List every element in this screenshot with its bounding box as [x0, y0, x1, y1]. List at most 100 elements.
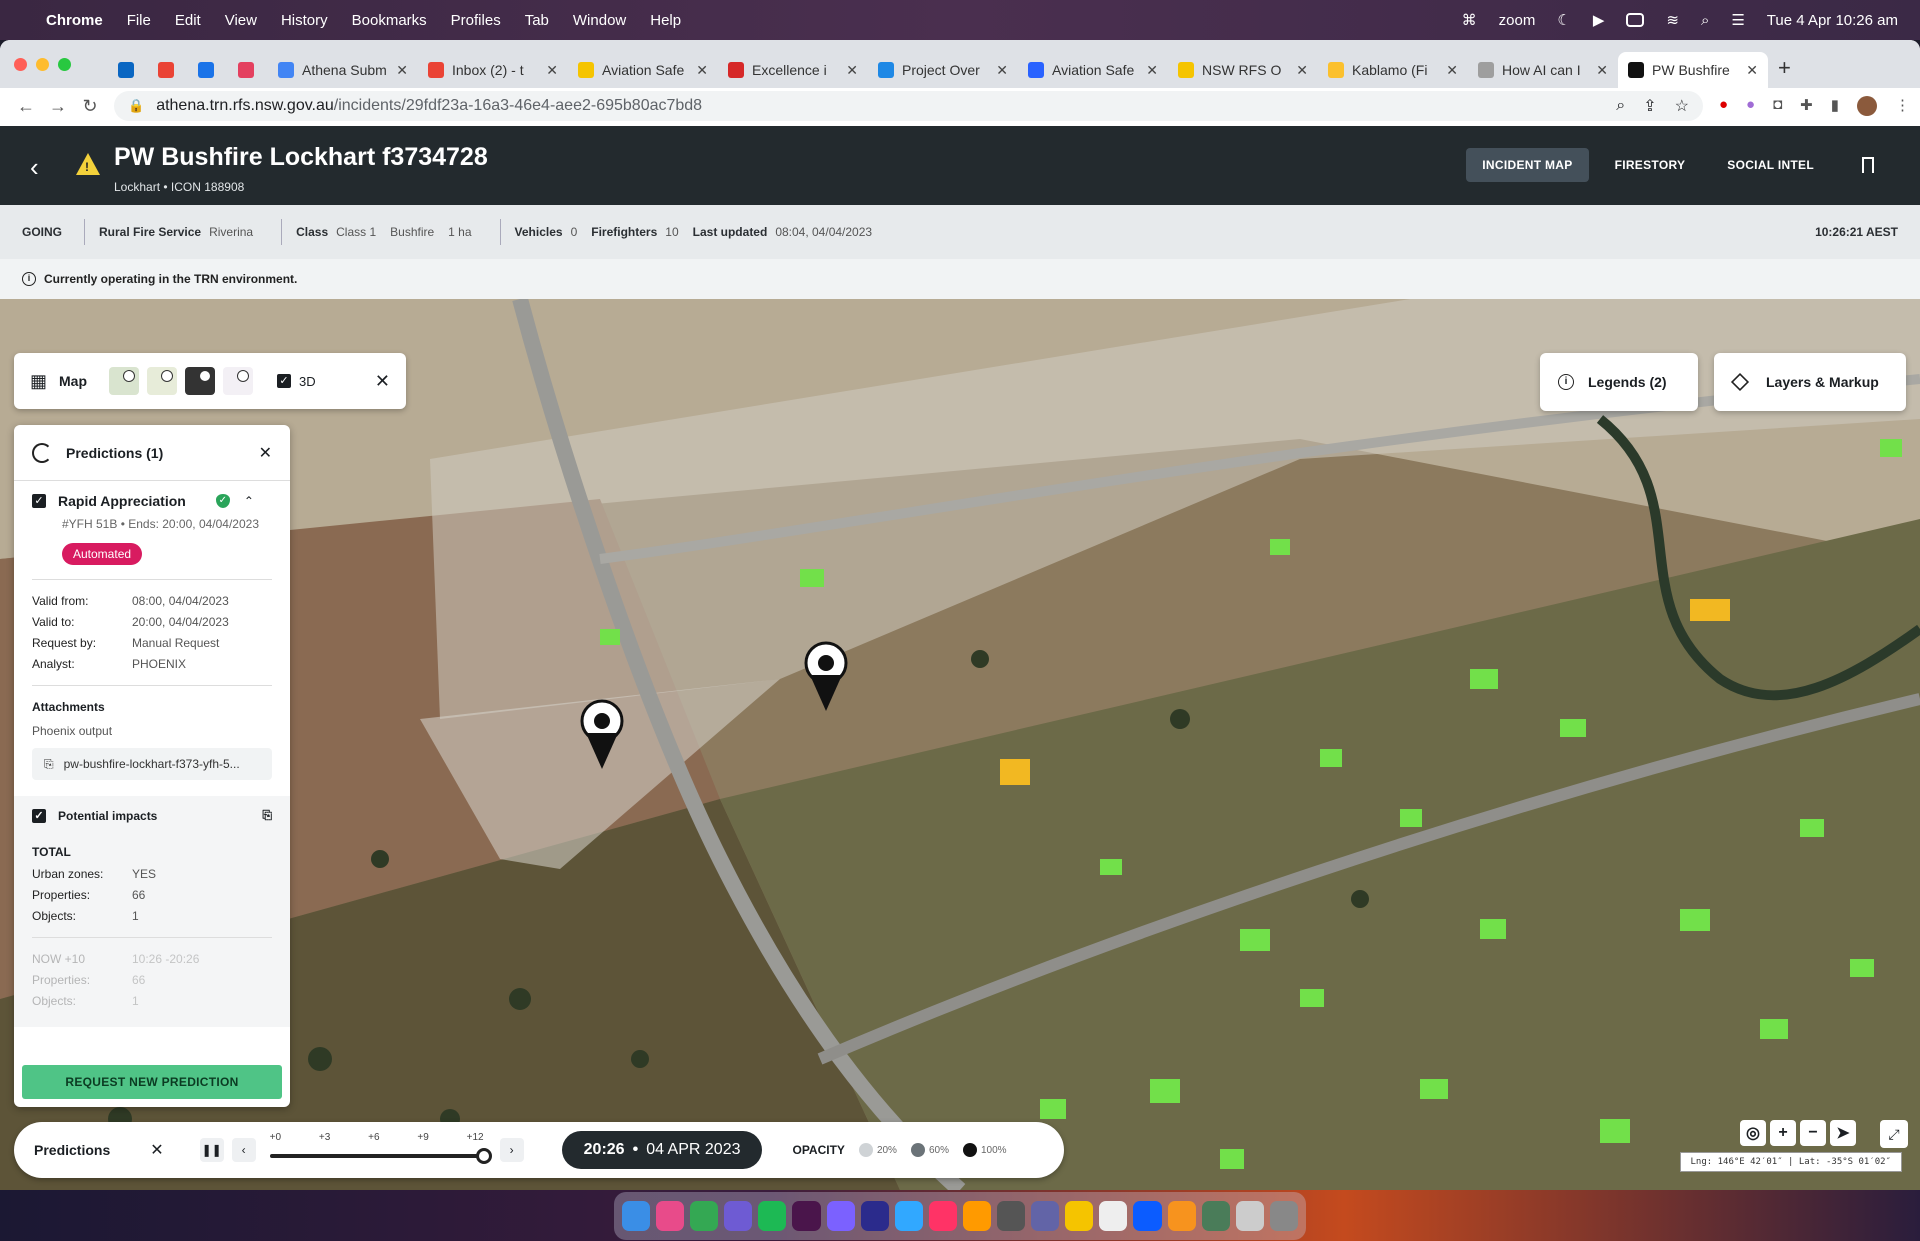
menu-app[interactable]: Chrome	[46, 12, 103, 29]
battery-icon[interactable]	[1626, 13, 1645, 27]
dock-app-icon[interactable]	[826, 1201, 855, 1231]
browser-tab[interactable]	[108, 52, 148, 88]
star-icon[interactable]: ☆	[1675, 96, 1689, 116]
menu-edit[interactable]: Edit	[175, 12, 201, 29]
step-forward-button[interactable]: ›	[499, 1138, 524, 1162]
prediction-checkbox[interactable]: ✓	[32, 494, 46, 508]
browser-tab[interactable]: Aviation Safe ✕	[568, 52, 718, 88]
reload-icon[interactable]: ↻	[74, 96, 106, 117]
basemap-topo-button[interactable]	[147, 367, 178, 395]
tab-close-icon[interactable]: ✕	[696, 62, 708, 79]
bookmark-icon[interactable]	[1862, 157, 1874, 173]
step-back-button[interactable]: ‹	[231, 1138, 256, 1162]
tab-close-icon[interactable]: ✕	[846, 62, 858, 79]
timeline-thumb[interactable]	[475, 1148, 492, 1164]
new-tab-button[interactable]: +	[1778, 55, 1791, 81]
browser-tab[interactable]: Aviation Safe ✕	[1018, 52, 1168, 88]
opera-extension-icon[interactable]: ●	[1719, 96, 1728, 116]
browser-tab[interactable]	[148, 52, 188, 88]
back-chevron-icon[interactable]: ‹	[30, 152, 39, 183]
menu-file[interactable]: File	[127, 12, 151, 29]
dock-app-icon[interactable]	[928, 1201, 957, 1231]
legends-button[interactable]: i Legends (2)	[1540, 353, 1698, 411]
tab-close-icon[interactable]: ✕	[1446, 62, 1458, 79]
close-icon[interactable]: ✕	[259, 443, 272, 463]
chevron-up-icon[interactable]: ⌃	[244, 494, 254, 508]
zoom-out-button[interactable]: −	[1800, 1120, 1826, 1146]
browser-tab[interactable]: How AI can I ✕	[1468, 52, 1618, 88]
menu-view[interactable]: View	[225, 12, 257, 29]
dock-app-icon[interactable]	[1167, 1201, 1196, 1231]
lock-icon[interactable]: 🔒	[128, 98, 144, 114]
share-icon[interactable]: ⇪	[1643, 96, 1656, 116]
camera-extension-icon[interactable]: ◘	[1773, 96, 1782, 116]
zoom-window-button[interactable]	[58, 58, 71, 71]
dock-app-icon[interactable]	[1235, 1201, 1264, 1231]
command-icon[interactable]: ⌘	[1462, 11, 1477, 29]
browser-tab[interactable]: NSW RFS O ✕	[1168, 52, 1318, 88]
dock-app-icon[interactable]	[792, 1201, 821, 1231]
layers-markup-button[interactable]: Layers & Markup	[1714, 353, 1906, 411]
browser-tab[interactable]: Athena Subm ✕	[268, 52, 418, 88]
tab-close-icon[interactable]: ✕	[1746, 62, 1758, 79]
opacity-option[interactable]: 60%	[910, 1143, 949, 1157]
avatar[interactable]	[1857, 96, 1877, 116]
zoom-menu-label[interactable]: zoom	[1499, 12, 1536, 29]
timeline-slider[interactable]: +0 +3 +6 +9 +12	[269, 1130, 492, 1170]
menu-bookmarks[interactable]: Bookmarks	[352, 12, 427, 29]
moon-icon[interactable]: ☾	[1557, 11, 1570, 29]
search-icon[interactable]: ⌕	[1701, 12, 1709, 29]
basemap-streets-button[interactable]	[109, 367, 140, 395]
menu-profiles[interactable]: Profiles	[451, 12, 501, 29]
control-center-icon[interactable]: ☰	[1731, 11, 1744, 29]
play-icon[interactable]: ▶	[1593, 11, 1605, 29]
tab-close-icon[interactable]: ✕	[1596, 62, 1608, 79]
impacts-checkbox[interactable]: ✓	[32, 808, 46, 823]
browser-tab[interactable]: Excellence i ✕	[718, 52, 868, 88]
back-icon[interactable]: ←	[10, 96, 42, 117]
tab-close-icon[interactable]: ✕	[1296, 62, 1308, 79]
zoom-in-button[interactable]: +	[1770, 1120, 1796, 1146]
menu-window[interactable]: Window	[573, 12, 626, 29]
tab-close-icon[interactable]: ✕	[996, 62, 1008, 79]
menubar-clock[interactable]: Tue 4 Apr 10:26 am	[1767, 12, 1898, 29]
dock-app-icon[interactable]	[724, 1201, 753, 1231]
dock-app-icon[interactable]	[894, 1201, 923, 1231]
sidepanel-icon[interactable]: ▮	[1831, 96, 1839, 116]
dock-app-icon[interactable]	[622, 1201, 651, 1231]
browser-tab[interactable]: Kablamo (Fi ✕	[1318, 52, 1468, 88]
dock-app-icon[interactable]	[1065, 1201, 1094, 1231]
extension-icon[interactable]: ●	[1746, 96, 1755, 116]
puzzle-icon[interactable]: ✚	[1800, 96, 1813, 116]
tab-close-icon[interactable]: ✕	[1146, 62, 1158, 79]
tab-close-icon[interactable]: ✕	[396, 62, 408, 79]
menu-history[interactable]: History	[281, 12, 328, 29]
zoom-lens-icon[interactable]: ⌕	[1616, 97, 1625, 115]
request-new-prediction-button[interactable]: REQUEST NEW PREDICTION	[22, 1065, 282, 1099]
dock-app-icon[interactable]	[656, 1201, 685, 1231]
pause-button[interactable]: ❚❚	[199, 1138, 224, 1162]
attachment-file[interactable]: ⎘ pw-bushfire-lockhart-f373-yfh-5...	[32, 748, 272, 780]
dock-app-icon[interactable]	[860, 1201, 889, 1231]
menu-help[interactable]: Help	[650, 12, 681, 29]
opacity-option[interactable]: 100%	[962, 1143, 1007, 1157]
basemap-satellite-button[interactable]	[185, 367, 216, 395]
dock-app-icon[interactable]	[690, 1201, 719, 1231]
browser-tab[interactable]	[188, 52, 228, 88]
dock-app-icon[interactable]	[962, 1201, 992, 1231]
dock-app-icon[interactable]	[997, 1201, 1026, 1231]
browser-tab[interactable]: PW Bushfire ✕	[1618, 52, 1768, 88]
browser-tab[interactable]: Inbox (2) - t ✕	[418, 52, 568, 88]
forward-icon[interactable]: →	[42, 96, 74, 117]
close-icon[interactable]: ✕	[375, 371, 390, 392]
3d-checkbox[interactable]: ✓	[277, 374, 292, 388]
dock-app-icon[interactable]	[758, 1201, 787, 1231]
dock-app-icon[interactable]	[1269, 1201, 1298, 1231]
menu-tab[interactable]: Tab	[525, 12, 549, 29]
close-window-button[interactable]	[14, 58, 27, 71]
tab-incident-map[interactable]: INCIDENT MAP	[1466, 148, 1589, 182]
minimize-window-button[interactable]	[36, 58, 49, 71]
tab-close-icon[interactable]: ✕	[546, 62, 558, 79]
opacity-option[interactable]: 20%	[858, 1143, 897, 1157]
browser-tab[interactable]: Project Over ✕	[868, 52, 1018, 88]
